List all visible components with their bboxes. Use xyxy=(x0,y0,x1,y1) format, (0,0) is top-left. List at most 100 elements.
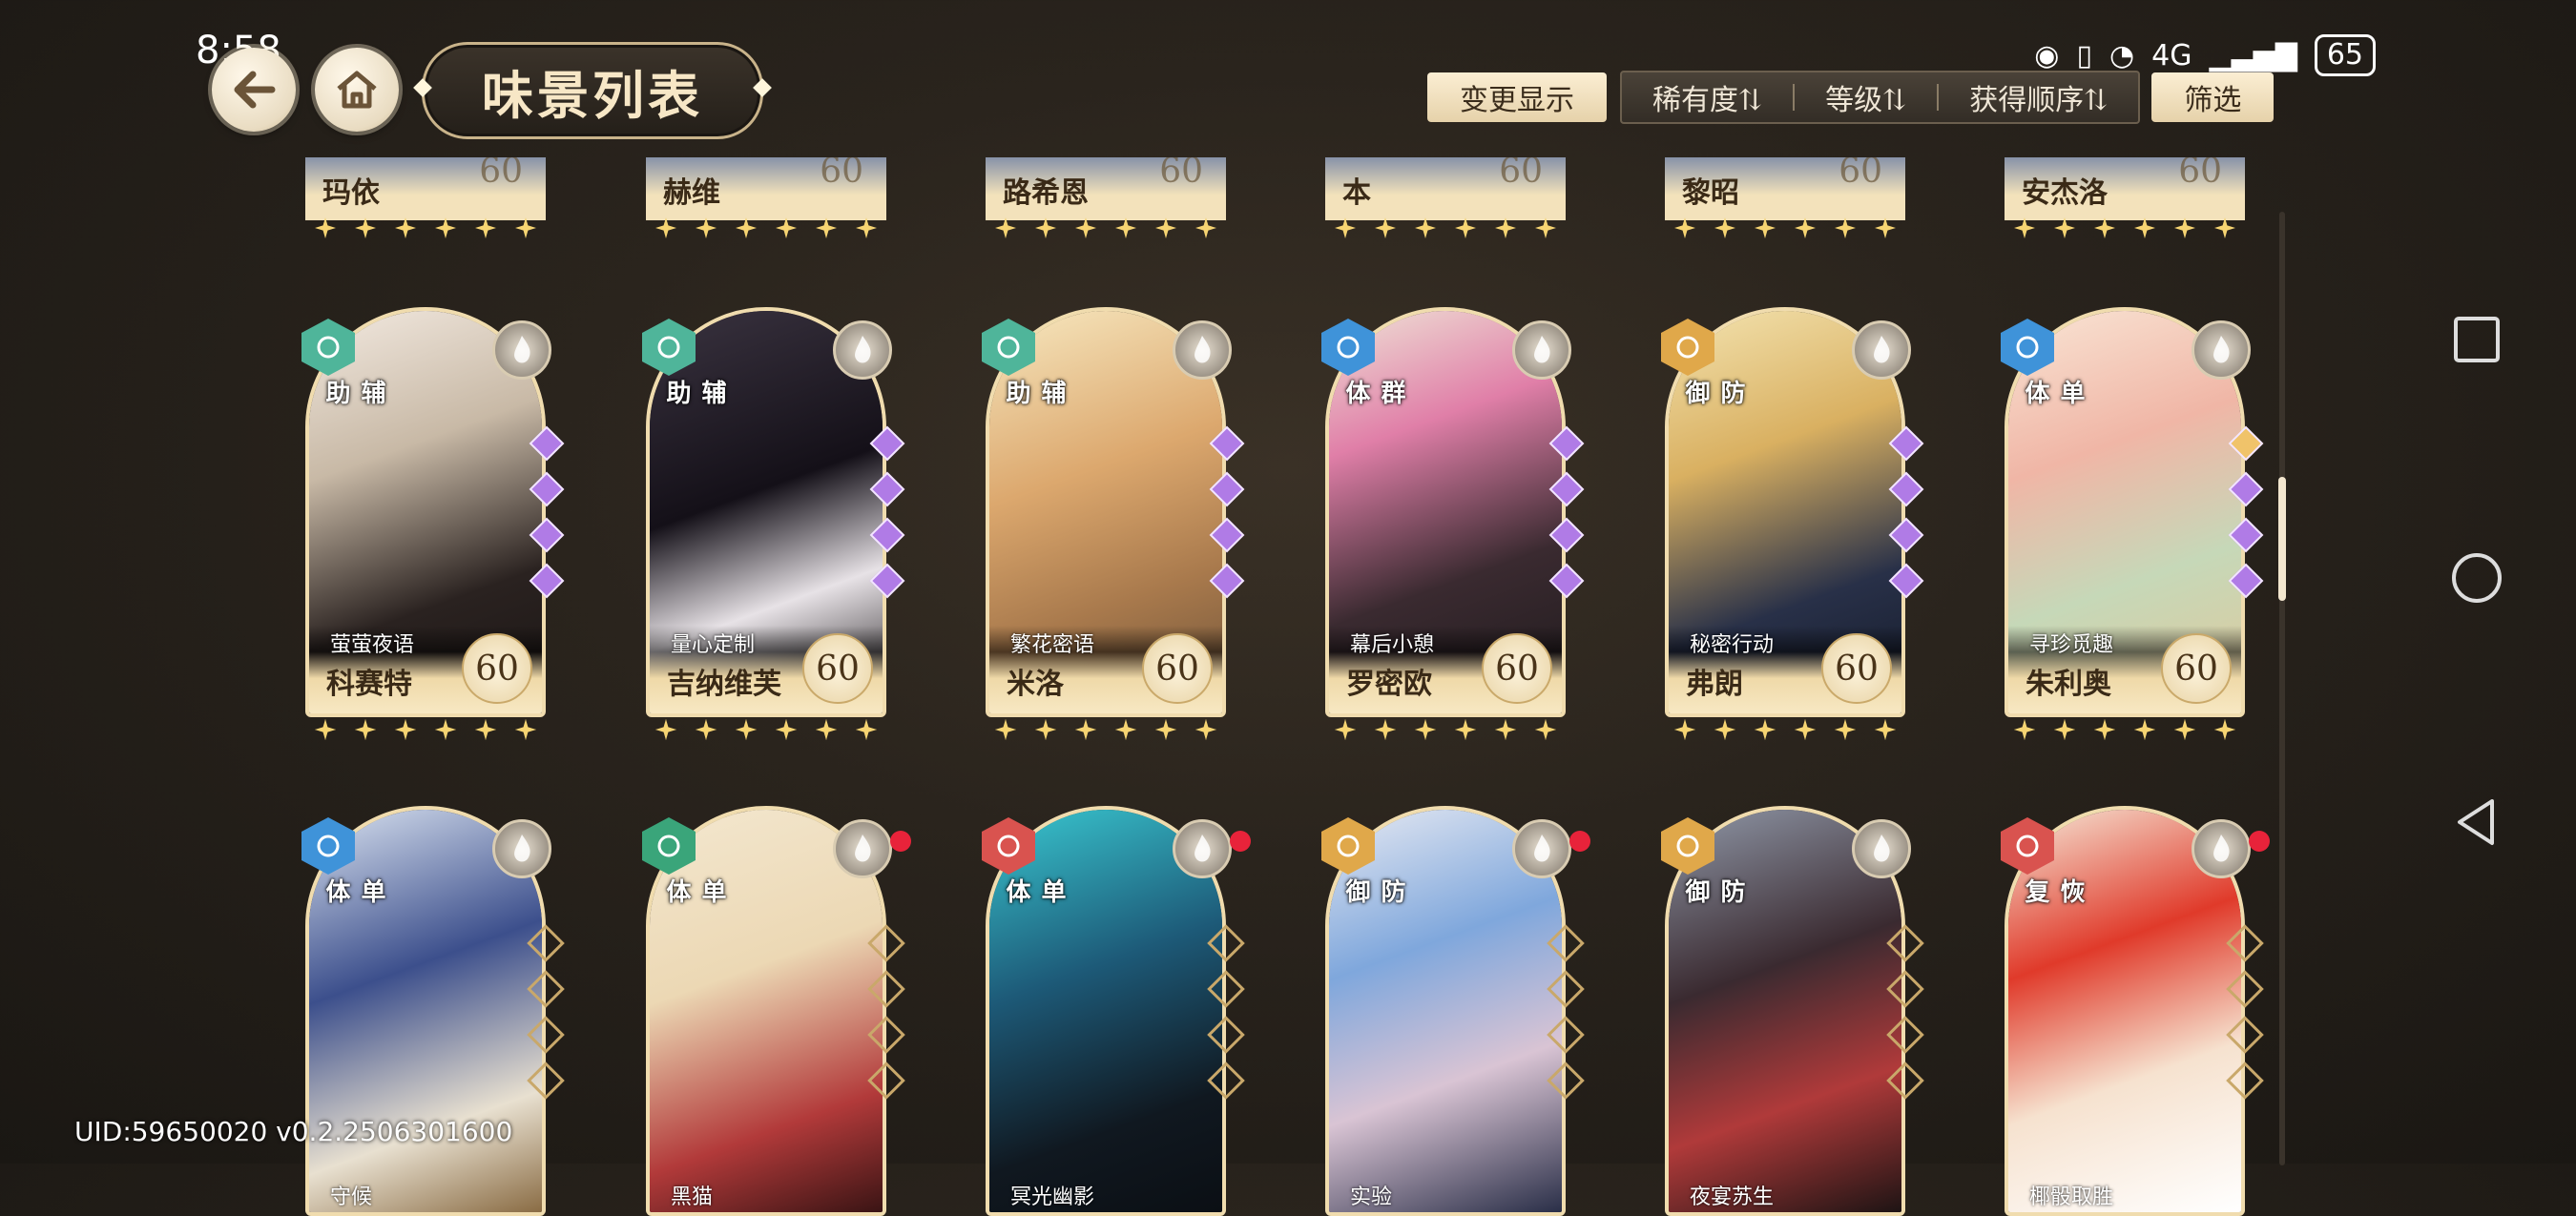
top-card[interactable]: 60 赫维 xyxy=(646,157,886,220)
star-icon xyxy=(1535,719,1556,740)
scrollbar-track[interactable] xyxy=(2279,212,2285,1165)
card-level: 60 xyxy=(1159,157,1203,191)
recent-apps-icon[interactable] xyxy=(2450,313,2503,366)
card-stars xyxy=(655,217,877,238)
top-card[interactable]: 60 安杰洛 xyxy=(2005,157,2245,220)
star-icon xyxy=(435,217,456,238)
home-nav-icon[interactable] xyxy=(2450,551,2503,605)
role-label: 防御 xyxy=(1681,878,1745,905)
star-icon xyxy=(1755,217,1776,238)
card-outfit-title: 寻珍觅趣 xyxy=(2029,633,2114,657)
change-display-button[interactable]: 变更显示 xyxy=(1427,72,1607,122)
star-icon xyxy=(2174,719,2195,740)
scrollbar-thumb[interactable] xyxy=(2278,477,2286,601)
role-label: 单体 xyxy=(662,878,726,905)
star-icon xyxy=(2134,217,2155,238)
top-card[interactable]: 60 黎昭 xyxy=(1665,157,1905,220)
star-icon xyxy=(1155,217,1176,238)
element-flame-icon xyxy=(833,320,892,380)
card-outfit-title: 幕后小憩 xyxy=(1350,633,1435,657)
page-title-plate: 味景列表 xyxy=(413,42,772,139)
star-icon xyxy=(816,719,837,740)
star-icon xyxy=(995,719,1016,740)
card-level-badge: 60 xyxy=(2161,633,2232,704)
star-icon xyxy=(355,217,376,238)
filter-button[interactable]: 筛选 xyxy=(2151,72,2275,122)
role-label: 单体 xyxy=(2021,380,2085,406)
star-icon xyxy=(776,217,797,238)
element-flame-icon xyxy=(1852,819,1911,878)
plate-ornament-left xyxy=(413,78,432,97)
card-outfit-title: 黑猫 xyxy=(671,1185,714,1209)
star-icon xyxy=(515,217,536,238)
element-flame-icon xyxy=(2192,320,2251,380)
star-icon xyxy=(856,719,877,740)
star-icon xyxy=(2174,217,2195,238)
notification-dot xyxy=(1569,831,1590,852)
role-label: 单体 xyxy=(1002,878,1066,905)
star-icon xyxy=(696,217,717,238)
card-outfit-title: 守候 xyxy=(330,1185,373,1209)
back-button[interactable] xyxy=(212,48,296,132)
star-icon xyxy=(995,217,1016,238)
card-outfit-title: 椰骰取胜 xyxy=(2029,1185,2114,1209)
card-outfit-title: 量心定制 xyxy=(671,633,756,657)
star-icon xyxy=(2014,719,2035,740)
card-name: 本 xyxy=(1342,176,1371,210)
card-name: 玛依 xyxy=(322,176,380,210)
star-icon xyxy=(2214,719,2235,740)
back-nav-icon[interactable] xyxy=(2450,795,2503,849)
notification-dot xyxy=(890,831,911,852)
signal-icon: ▁▃▅▇ xyxy=(2209,38,2297,72)
sort-rarity-button[interactable]: 稀有度⇅ xyxy=(1622,72,1793,122)
star-icon xyxy=(1455,217,1476,238)
star-icon xyxy=(1415,217,1436,238)
card-stars xyxy=(2014,217,2235,238)
star-icon xyxy=(1495,217,1516,238)
top-card[interactable]: 60 玛依 xyxy=(305,157,546,220)
card-stars xyxy=(1335,719,1556,740)
star-icon xyxy=(1714,719,1735,740)
home-icon xyxy=(337,71,377,109)
role-label: 恢复 xyxy=(2021,878,2085,905)
star-icon xyxy=(1535,217,1556,238)
card-name: 朱利奥 xyxy=(2025,668,2111,701)
star-icon xyxy=(1335,217,1356,238)
back-arrow-icon xyxy=(234,71,276,109)
sort-order-button[interactable]: 获得顺序⇅ xyxy=(1939,72,2138,122)
card-stars xyxy=(995,217,1216,238)
sort-level-button[interactable]: 等级⇅ xyxy=(1795,72,1937,122)
star-icon xyxy=(1035,217,1056,238)
star-icon xyxy=(1755,719,1776,740)
card-stars xyxy=(315,217,536,238)
star-icon xyxy=(2214,217,2235,238)
role-label: 群体 xyxy=(1341,380,1405,406)
star-icon xyxy=(2134,719,2155,740)
card-name: 赫维 xyxy=(663,176,720,210)
top-card[interactable]: 60 本 xyxy=(1325,157,1566,220)
top-card[interactable]: 60 路希恩 xyxy=(986,157,1226,220)
vibrate-icon: ▯ xyxy=(2076,38,2092,72)
battery-indicator: 65 xyxy=(2314,34,2376,76)
star-icon xyxy=(856,217,877,238)
star-icon xyxy=(1195,217,1216,238)
system-nav-bar xyxy=(2404,0,2576,1164)
card-name: 罗密欧 xyxy=(1346,668,1432,701)
star-icon xyxy=(655,719,676,740)
role-label: 辅助 xyxy=(662,380,726,406)
role-label: 单体 xyxy=(322,878,385,905)
role-label: 防御 xyxy=(1681,380,1745,406)
card-name: 米洛 xyxy=(1007,668,1064,701)
star-icon xyxy=(1455,719,1476,740)
star-icon xyxy=(655,217,676,238)
star-icon xyxy=(2094,217,2115,238)
card-outfit-title: 繁花密语 xyxy=(1010,633,1095,657)
home-button[interactable] xyxy=(315,48,399,132)
star-icon xyxy=(1035,719,1056,740)
star-icon xyxy=(2014,217,2035,238)
star-icon xyxy=(1875,719,1896,740)
element-flame-icon xyxy=(1512,819,1571,878)
card-stars xyxy=(2014,719,2235,740)
card-stars xyxy=(995,719,1216,740)
star-icon xyxy=(1155,719,1176,740)
